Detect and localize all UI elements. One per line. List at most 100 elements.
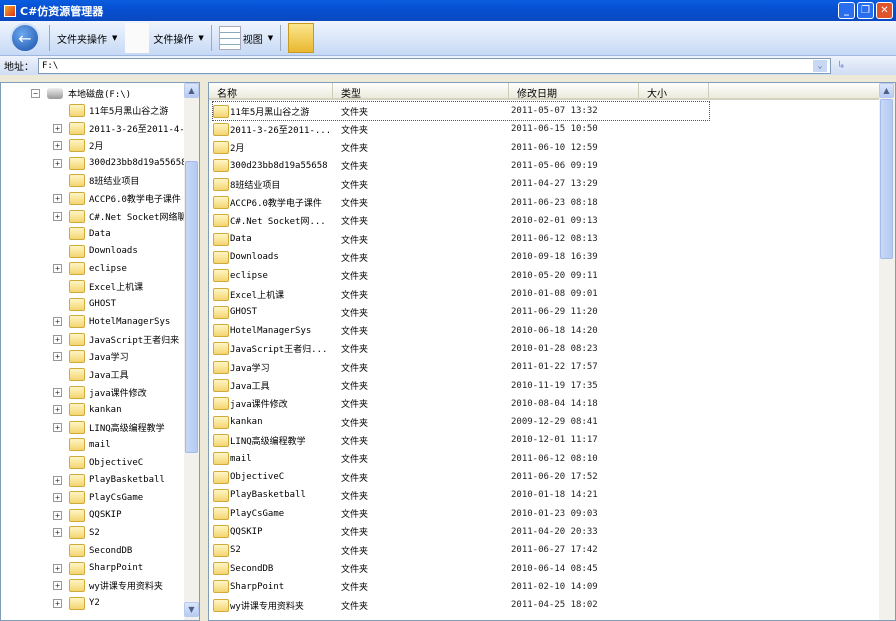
tree-item[interactable]: SecondDB: [53, 542, 132, 559]
expand-icon[interactable]: +: [53, 387, 62, 397]
restore-button[interactable]: ❐: [857, 2, 874, 19]
list-row[interactable]: ObjectiveC 文件夹 2011-06-20 17:52: [213, 468, 641, 486]
expand-icon[interactable]: +: [53, 264, 62, 274]
list-row[interactable]: 8班结业项目 文件夹 2011-04-27 13:29: [213, 175, 641, 193]
list-row[interactable]: kankan 文件夹 2009-12-29 08:41: [213, 413, 641, 431]
list-row[interactable]: PlayBasketball 文件夹 2010-01-18 14:21: [213, 486, 641, 504]
column-header-size[interactable]: 大小: [639, 83, 709, 100]
list-row[interactable]: ACCP6.0教学电子课件 文件夹 2011-06-23 08:18: [213, 194, 641, 212]
expand-icon[interactable]: +: [53, 123, 62, 133]
tree-item[interactable]: + eclipse: [53, 260, 127, 277]
tree-root[interactable]: − 本地磁盘(F:\): [31, 85, 131, 102]
list-row[interactable]: HotelManagerSys 文件夹 2010-06-18 14:20: [213, 322, 641, 340]
tree-item[interactable]: Downloads: [53, 243, 138, 260]
expand-icon[interactable]: +: [53, 563, 62, 573]
list-row[interactable]: LINQ高级编程教学 文件夹 2010-12-01 11:17: [213, 431, 641, 449]
minimize-button[interactable]: _: [838, 2, 855, 19]
file-list[interactable]: 名称 类型 修改日期 大小 ▲ 11年5月黑山谷之游 文件夹 2011-05-07 …: [208, 82, 896, 621]
close-button[interactable]: ✕: [876, 2, 893, 19]
list-row[interactable]: wy讲课专用资料夹 文件夹 2011-04-25 18:02: [213, 596, 641, 614]
expand-icon[interactable]: +: [53, 352, 62, 362]
expand-icon[interactable]: +: [53, 581, 62, 591]
list-row[interactable]: S2 文件夹 2011-06-27 17:42: [213, 541, 641, 559]
tree-item[interactable]: ObjectiveC: [53, 454, 143, 471]
tree-item[interactable]: + wy讲课专用资料夹: [53, 577, 163, 594]
column-header-type[interactable]: 类型: [333, 83, 509, 100]
folder-up-button[interactable]: [288, 23, 315, 53]
list-row[interactable]: Java学习 文件夹 2011-01-22 17:57: [213, 358, 641, 376]
expand-icon[interactable]: +: [53, 528, 62, 538]
tree-item[interactable]: Data: [53, 225, 111, 242]
list-row[interactable]: eclipse 文件夹 2010-05-20 09:11: [213, 267, 641, 285]
tree-item[interactable]: + JavaScript王者归来: [53, 331, 179, 348]
tree-item[interactable]: + S2: [53, 524, 100, 541]
list-row[interactable]: 2月 文件夹 2011-06-10 12:59: [213, 139, 641, 157]
tree-item[interactable]: + PlayBasketball: [53, 472, 165, 489]
tree-item[interactable]: 8班结业项目: [53, 172, 139, 189]
address-input[interactable]: F:\ ⌄: [38, 57, 831, 74]
column-header-name[interactable]: 名称: [209, 83, 333, 100]
tree-item[interactable]: + Y2: [53, 595, 100, 612]
view-menu[interactable]: 视图 ▼: [215, 23, 277, 53]
go-button[interactable]: ↳: [837, 60, 845, 71]
tree-item[interactable]: + SharpPoint: [53, 560, 143, 577]
tree-item[interactable]: +2月: [53, 137, 103, 154]
chevron-down-icon[interactable]: ⌄: [813, 59, 827, 72]
tree-item[interactable]: 11年5月黑山谷之游: [53, 102, 168, 119]
tree-item[interactable]: GHOST: [53, 296, 116, 313]
tree-item[interactable]: + HotelManagerSys: [53, 313, 170, 330]
list-row[interactable]: mail 文件夹 2011-06-12 08:10: [213, 450, 641, 468]
list-row[interactable]: Data 文件夹 2011-06-12 08:13: [213, 230, 641, 248]
tree-item[interactable]: + C#.Net Socket网络聊: [53, 208, 186, 225]
tree-item[interactable]: Excel上机课: [53, 278, 143, 295]
expand-icon[interactable]: +: [53, 158, 62, 168]
back-button[interactable]: ←: [10, 23, 40, 53]
scroll-thumb[interactable]: [880, 99, 893, 259]
expand-icon[interactable]: +: [53, 475, 62, 485]
list-row[interactable]: java课件修改 文件夹 2010-08-04 14:18: [213, 395, 641, 413]
folder-ops-menu[interactable]: 文件夹操作 ▼: [53, 23, 121, 53]
expand-icon[interactable]: +: [53, 194, 62, 203]
folder-tree[interactable]: − 本地磁盘(F:\) 11年5月黑山谷之游 +2011-3-26至2011-4-…: [0, 82, 200, 621]
scroll-thumb[interactable]: [185, 161, 198, 453]
scroll-down-button[interactable]: ▼: [184, 602, 199, 617]
expand-icon[interactable]: +: [53, 422, 62, 432]
list-row[interactable]: C#.Net Socket网... 文件夹 2010-02-01 09:13: [213, 212, 641, 230]
list-row[interactable]: GHOST 文件夹 2011-06-29 11:20: [213, 303, 641, 321]
expand-icon[interactable]: +: [53, 317, 62, 327]
list-row[interactable]: 2011-3-26至2011-... 文件夹 2011-06-15 10:50: [213, 120, 641, 138]
list-row[interactable]: PlayCsGame 文件夹 2010-01-23 09:03: [213, 505, 641, 523]
tree-item[interactable]: + ACCP6.0教学电子课件: [53, 190, 181, 207]
list-row[interactable]: Excel上机课 文件夹 2010-01-08 09:01: [213, 285, 641, 303]
expand-icon[interactable]: +: [53, 334, 62, 344]
tree-item[interactable]: +2011-3-26至2011-4-: [53, 120, 185, 137]
tree-item[interactable]: + Java学习: [53, 348, 129, 365]
list-row[interactable]: SecondDB 文件夹 2010-06-14 08:45: [213, 560, 641, 578]
column-header-modified[interactable]: 修改日期: [509, 83, 639, 100]
tree-item[interactable]: Java工具: [53, 366, 129, 383]
collapse-icon[interactable]: −: [31, 89, 40, 98]
tree-item[interactable]: + QQSKIP: [53, 507, 122, 524]
list-row[interactable]: JavaScript王者归... 文件夹 2010-01-28 08:23: [213, 340, 641, 358]
tree-item[interactable]: + PlayCsGame: [53, 489, 143, 506]
expand-icon[interactable]: +: [53, 598, 62, 608]
file-ops-menu[interactable]: 文件操作 ▼: [121, 23, 207, 53]
scroll-up-button[interactable]: ▲: [879, 83, 894, 98]
list-row[interactable]: Java工具 文件夹 2010-11-19 17:35: [213, 377, 641, 395]
list-row[interactable]: SharpPoint 文件夹 2011-02-10 14:09: [213, 578, 641, 596]
expand-icon[interactable]: +: [53, 405, 62, 415]
expand-icon[interactable]: +: [53, 211, 62, 221]
tree-item[interactable]: + LINQ高级编程教学: [53, 419, 165, 436]
scroll-up-button[interactable]: ▲: [184, 83, 199, 98]
list-row[interactable]: Downloads 文件夹 2010-09-18 16:39: [213, 248, 641, 266]
list-scrollbar[interactable]: ▲: [879, 83, 895, 620]
expand-icon[interactable]: +: [53, 141, 62, 151]
tree-item[interactable]: + kankan: [53, 401, 122, 418]
list-row[interactable]: 300d23bb8d19a55658 文件夹 2011-05-06 09:19: [213, 157, 641, 175]
list-row[interactable]: QQSKIP 文件夹 2011-04-20 20:33: [213, 523, 641, 541]
tree-scrollbar[interactable]: ▲ ▼: [184, 83, 199, 620]
list-row[interactable]: 11年5月黑山谷之游 文件夹 2011-05-07 13:32: [212, 101, 710, 121]
expand-icon[interactable]: +: [53, 510, 62, 520]
expand-icon[interactable]: +: [53, 493, 62, 503]
tree-item[interactable]: mail: [53, 436, 111, 453]
